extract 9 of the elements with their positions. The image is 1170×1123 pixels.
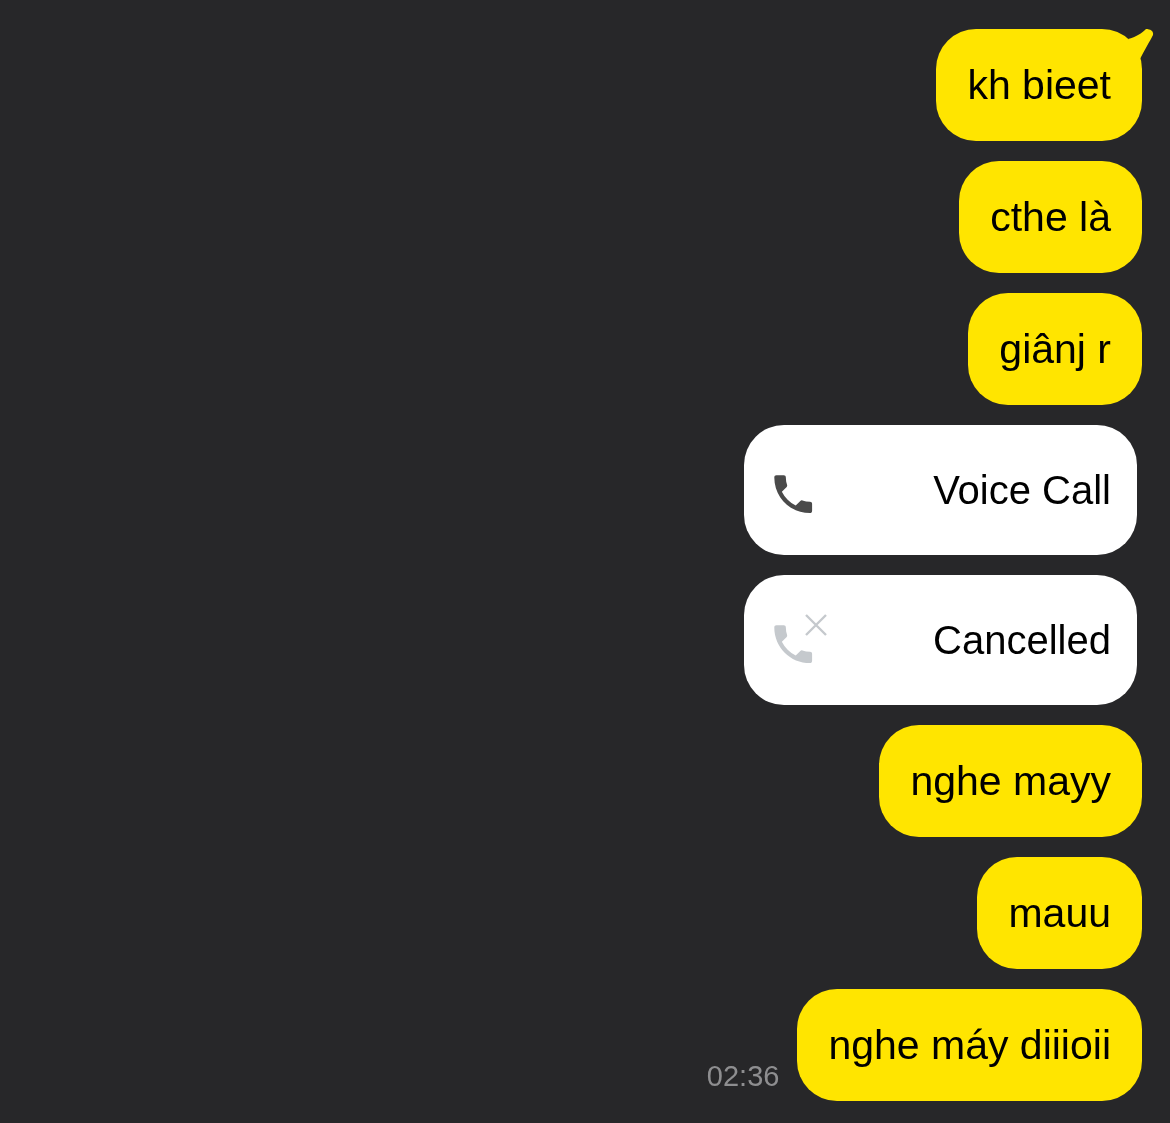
message-bubble: kh bieet bbox=[936, 29, 1142, 141]
message-bubble: mauu bbox=[977, 857, 1142, 969]
message-bubble: cthe là bbox=[959, 161, 1142, 273]
message-bubble: giânj r bbox=[968, 293, 1142, 405]
message-time: 02:36 bbox=[706, 1060, 780, 1093]
message-bubble: nghe máy diiioii bbox=[797, 989, 1142, 1101]
call-card[interactable]: Voice Call bbox=[744, 425, 1137, 555]
message-bubble: nghe mayy bbox=[879, 725, 1142, 837]
cancelled-call-card[interactable]: Cancelled bbox=[744, 575, 1137, 705]
